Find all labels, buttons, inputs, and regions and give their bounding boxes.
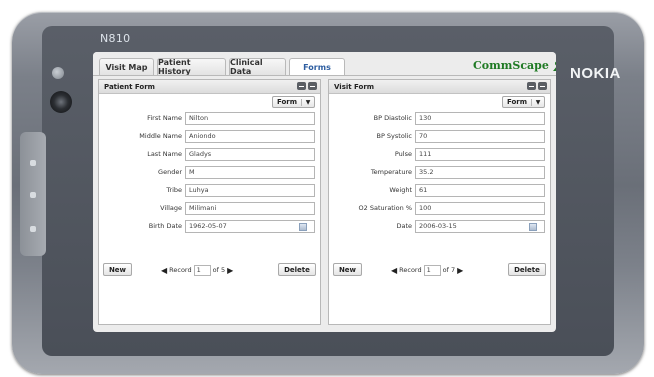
- field-row: Weight 61: [329, 184, 552, 197]
- person-icon: [552, 61, 556, 71]
- field-label: Village: [160, 204, 182, 212]
- new-patient-button[interactable]: New: [103, 263, 132, 276]
- gender-input[interactable]: M: [185, 166, 315, 179]
- temperature-input[interactable]: 35.2: [415, 166, 545, 179]
- delete-patient-button[interactable]: Delete: [278, 263, 316, 276]
- field-label: O2 Saturation %: [358, 204, 412, 212]
- record-label: Record: [399, 266, 422, 274]
- commscape-logo: CommScape: [473, 59, 556, 72]
- patient-form-header: Patient Form: [99, 80, 320, 94]
- field-row: First Name Nilton: [99, 112, 322, 125]
- delete-visit-button[interactable]: Delete: [508, 263, 546, 276]
- collapse-icon[interactable]: [538, 82, 547, 90]
- field-label: Last Name: [147, 150, 182, 158]
- device-model-label: N810: [100, 32, 131, 45]
- record-total: of 7: [442, 266, 456, 274]
- visit-form-title: Visit Form: [334, 82, 375, 91]
- field-label: Temperature: [370, 168, 412, 176]
- record-number-input[interactable]: 1: [423, 264, 441, 276]
- record-pager: ◀ Record 1 of 5 ▶: [161, 264, 233, 276]
- field-row: BP Systolic 70: [329, 130, 552, 143]
- minimize-icon[interactable]: [297, 82, 306, 90]
- tab-patient-history[interactable]: Patient History: [157, 58, 226, 76]
- patient-form-dropdown[interactable]: Form ▼: [272, 96, 315, 108]
- logo-text: CommScape: [473, 59, 549, 72]
- prev-record-icon[interactable]: ◀: [391, 266, 397, 275]
- prev-record-icon[interactable]: ◀: [161, 266, 167, 275]
- record-label: Record: [169, 266, 192, 274]
- chevron-down-icon: ▼: [531, 98, 544, 106]
- tab-forms[interactable]: Forms: [289, 58, 345, 76]
- field-row: Last Name Gladys: [99, 148, 322, 161]
- home-key-icon[interactable]: [30, 192, 36, 198]
- field-row: Temperature 35.2: [329, 166, 552, 179]
- camera-icon: [50, 91, 72, 113]
- patient-form-title: Patient Form: [104, 82, 155, 91]
- field-label: First Name: [147, 114, 182, 122]
- patient-form-footer: New ◀ Record 1 of 5 ▶ Delete: [99, 263, 322, 277]
- bp-systolic-input[interactable]: 70: [415, 130, 545, 143]
- visit-form-dropdown[interactable]: Form ▼: [502, 96, 545, 108]
- tab-bar: Visit Map Patient History Clinical Data …: [93, 52, 556, 76]
- record-pager: ◀ Record 1 of 7 ▶: [391, 264, 463, 276]
- field-label: Birth Date: [148, 222, 182, 230]
- patient-form-panel: Patient Form Form ▼ First Name Nilton Midd…: [98, 79, 321, 325]
- app-screen: Visit Map Patient History Clinical Data …: [93, 52, 556, 332]
- field-label: Pulse: [394, 150, 412, 158]
- tab-divider: [93, 75, 556, 76]
- side-keys[interactable]: [20, 132, 46, 256]
- field-row: O2 Saturation % 100: [329, 202, 552, 215]
- calendar-icon[interactable]: [299, 223, 307, 231]
- field-row: Pulse 111: [329, 148, 552, 161]
- chevron-down-icon: ▼: [301, 98, 314, 106]
- middle-name-input[interactable]: Aniondo: [185, 130, 315, 143]
- field-label: BP Systolic: [376, 132, 412, 140]
- o2-saturation-input[interactable]: 100: [415, 202, 545, 215]
- back-key-icon[interactable]: [30, 226, 36, 232]
- record-number-input[interactable]: 1: [193, 264, 211, 276]
- birth-date-value: 1962-05-07: [189, 222, 227, 230]
- field-label: Tribe: [166, 186, 182, 194]
- device-brand-logo: NOKIA: [570, 65, 621, 82]
- menu-key-icon[interactable]: [30, 160, 36, 166]
- collapse-icon[interactable]: [308, 82, 317, 90]
- pulse-input[interactable]: 111: [415, 148, 545, 161]
- field-label: Weight: [389, 186, 412, 194]
- field-row: BP Diastolic 130: [329, 112, 552, 125]
- field-label: Gender: [158, 168, 182, 176]
- last-name-input[interactable]: Gladys: [185, 148, 315, 161]
- field-row: Gender M: [99, 166, 322, 179]
- visit-date-input[interactable]: 2006-03-15: [415, 220, 545, 233]
- field-label: BP Diastolic: [373, 114, 412, 122]
- field-row: Birth Date 1962-05-07: [99, 220, 322, 233]
- light-sensor: [52, 67, 64, 79]
- first-name-input[interactable]: Nilton: [185, 112, 315, 125]
- visit-date-value: 2006-03-15: [419, 222, 457, 230]
- birth-date-input[interactable]: 1962-05-07: [185, 220, 315, 233]
- record-total: of 5: [212, 266, 226, 274]
- weight-input[interactable]: 61: [415, 184, 545, 197]
- field-row: Village Milimani: [99, 202, 322, 215]
- bp-diastolic-input[interactable]: 130: [415, 112, 545, 125]
- next-record-icon[interactable]: ▶: [457, 266, 463, 275]
- field-label: Date: [396, 222, 412, 230]
- form-dropdown-label: Form: [276, 98, 298, 106]
- field-label: Middle Name: [139, 132, 182, 140]
- tribe-input[interactable]: Luhya: [185, 184, 315, 197]
- calendar-icon[interactable]: [529, 223, 537, 231]
- field-row: Tribe Luhya: [99, 184, 322, 197]
- tab-visit-map[interactable]: Visit Map: [99, 58, 154, 75]
- next-record-icon[interactable]: ▶: [227, 266, 233, 275]
- new-visit-button[interactable]: New: [333, 263, 362, 276]
- field-row: Date 2006-03-15: [329, 220, 552, 233]
- tab-clinical-data[interactable]: Clinical Data: [229, 58, 286, 76]
- visit-form-header: Visit Form: [329, 80, 550, 94]
- visit-form-footer: New ◀ Record 1 of 7 ▶ Delete: [329, 263, 552, 277]
- visit-form-panel: Visit Form Form ▼ BP Diastolic 130 BP Syst…: [328, 79, 551, 325]
- minimize-icon[interactable]: [527, 82, 536, 90]
- form-dropdown-label: Form: [506, 98, 528, 106]
- field-row: Middle Name Aniondo: [99, 130, 322, 143]
- village-input[interactable]: Milimani: [185, 202, 315, 215]
